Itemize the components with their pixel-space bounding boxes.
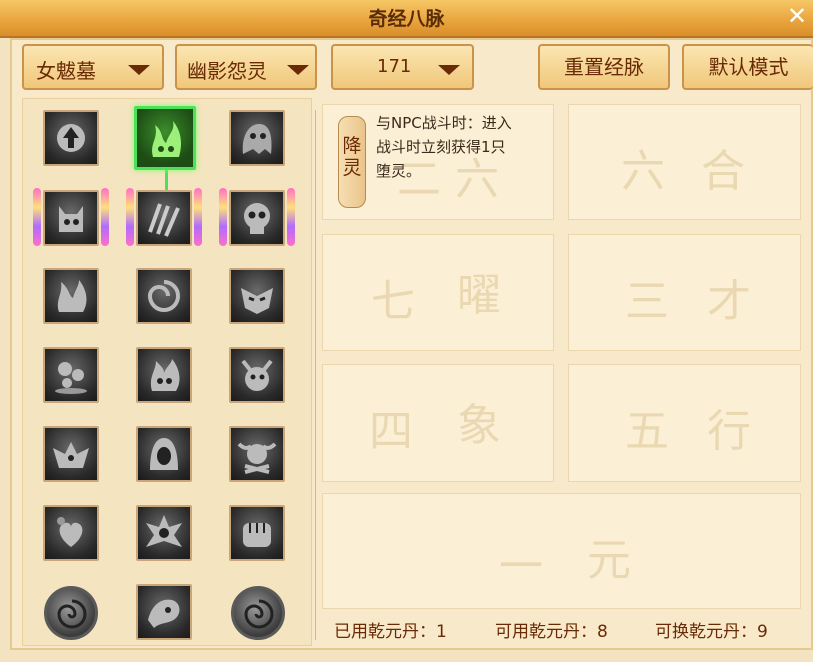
skill-slot-4[interactable]: 三 才	[568, 234, 801, 351]
school-dropdown[interactable]: 幽影怨灵	[175, 44, 317, 90]
fist-icon[interactable]	[229, 505, 285, 561]
chevron-down-icon	[128, 65, 150, 75]
school-dropdown-label: 幽影怨灵	[187, 59, 267, 83]
swirl-icon[interactable]	[136, 268, 192, 324]
window-title: 奇经八脉	[368, 8, 445, 30]
spiral-coin-icon[interactable]	[231, 586, 285, 640]
desc-line: 与NPC战斗时：进入	[376, 114, 512, 132]
watermark-char: 元	[587, 535, 631, 586]
skill-slot-7[interactable]: 一 元	[322, 493, 801, 609]
tree-link	[165, 168, 168, 190]
fire-icon[interactable]	[43, 268, 99, 324]
bull-skull-icon[interactable]	[229, 426, 285, 482]
watermark-char: 七	[371, 276, 415, 327]
watermark-char: 五	[625, 406, 669, 457]
claw-icon[interactable]	[126, 188, 202, 246]
sect-dropdown-label: 女魃墓	[36, 59, 96, 83]
watermark-char: 才	[707, 276, 751, 327]
spiral-coin-icon[interactable]	[44, 586, 98, 640]
level-dropdown[interactable]: 171	[331, 44, 474, 90]
skill-slot-2[interactable]: 六 合	[568, 104, 801, 220]
sect-dropdown[interactable]: 女魃墓	[22, 44, 164, 90]
chevron-down-icon	[438, 65, 460, 75]
watermark-char: 四	[369, 406, 413, 457]
desc-line: 堕灵。	[376, 162, 422, 180]
heart-orb-icon[interactable]	[43, 505, 99, 561]
chevron-down-icon	[287, 65, 309, 75]
spiked-icon[interactable]	[136, 505, 192, 561]
skill-name-tag[interactable]: 降灵	[338, 116, 366, 208]
mask-icon[interactable]	[229, 268, 285, 324]
watermark-char: 象	[457, 400, 501, 451]
horned-icon[interactable]	[229, 347, 285, 403]
skill-slot-6[interactable]: 五 行	[568, 364, 801, 482]
reset-meridian-button[interactable]: 重置经脉	[538, 44, 670, 90]
watermark-char: 曜	[457, 270, 501, 321]
level-dropdown-label: 171	[377, 56, 412, 77]
skill-slot-5[interactable]: 四 象	[322, 364, 554, 482]
winged-demon-icon[interactable]	[43, 426, 99, 482]
used-pills-text: 已用乾元丹：1	[334, 622, 447, 642]
orbs-icon[interactable]	[43, 347, 99, 403]
default-mode-button[interactable]: 默认模式	[682, 44, 813, 90]
desc-line: 战斗时立刻获得1只	[376, 138, 506, 156]
close-icon[interactable]: ✕	[783, 2, 811, 30]
skill-slot-3[interactable]: 七 曜	[322, 234, 554, 351]
phantom-icon[interactable]	[136, 584, 192, 640]
watermark-char: 一	[499, 541, 543, 592]
watermark-char: 六	[621, 146, 665, 197]
watermark-char: 三	[625, 276, 669, 327]
watermark-char: 行	[707, 406, 751, 457]
green-flame-icon[interactable]	[134, 106, 196, 170]
available-pills-text: 可用乾元丹：8	[495, 622, 608, 642]
title-bar: 奇经八脉 ✕	[0, 0, 813, 38]
ghost-icon[interactable]	[229, 110, 285, 166]
flame-face-icon[interactable]	[136, 347, 192, 403]
meridian-window: 奇经八脉 ✕ 女魃墓 幽影怨灵 171 重置经脉 默认模式 二 六 六 合 七 …	[0, 0, 813, 662]
panel-divider	[315, 110, 316, 640]
arrow-up-icon[interactable]	[43, 110, 99, 166]
demon-icon[interactable]	[33, 188, 109, 246]
skill-description: 与NPC战斗时：进入 战斗时立刻获得1只 堕灵。	[376, 111, 546, 183]
skull-icon[interactable]	[219, 188, 295, 246]
watermark-char: 合	[701, 146, 745, 197]
hooded-icon[interactable]	[136, 426, 192, 482]
exchangeable-pills-text: 可换乾元丹：9	[655, 622, 768, 642]
